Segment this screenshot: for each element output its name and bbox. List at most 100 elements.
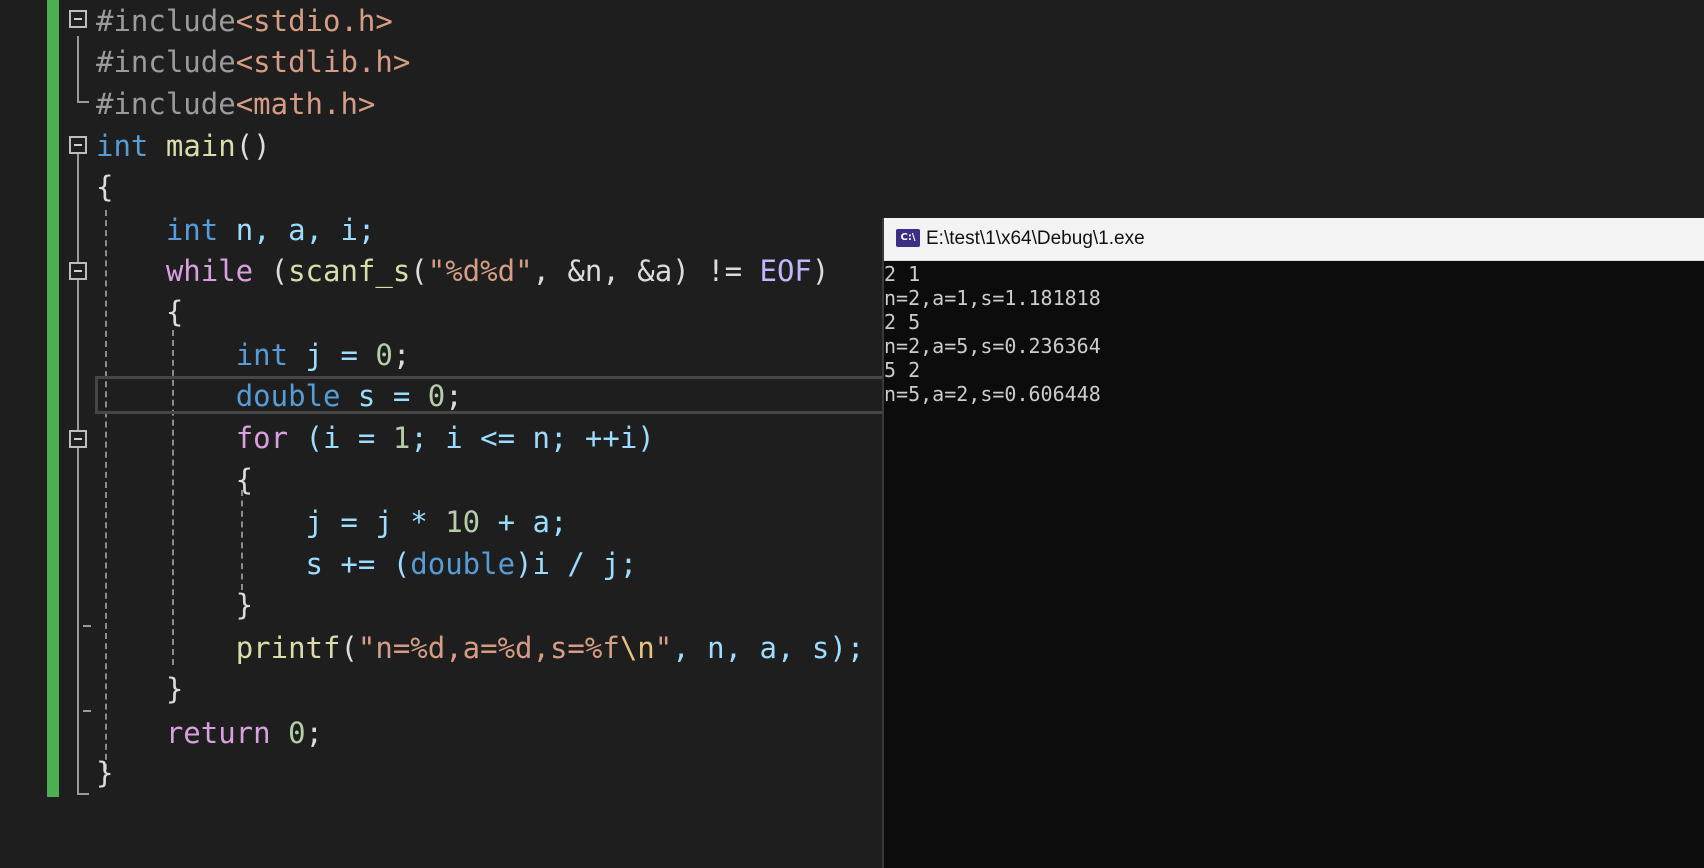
code-token: , &n, &a) != bbox=[532, 254, 760, 288]
code-token: #include bbox=[96, 45, 236, 79]
console-output-line: n=2,a=5,s=0.236364 bbox=[884, 334, 1101, 358]
code-line[interactable]: #include<stdlib.h> bbox=[96, 41, 410, 83]
code-token: <stdio.h> bbox=[235, 4, 393, 38]
code-line[interactable]: #include<stdio.h> bbox=[96, 0, 393, 42]
code-token: <math.h> bbox=[235, 87, 376, 121]
code-line[interactable]: int j = 0; bbox=[96, 334, 411, 376]
collapse-while-toggle[interactable] bbox=[69, 262, 87, 280]
code-token: int bbox=[235, 338, 289, 372]
code-token: 0 bbox=[427, 379, 446, 413]
code-token: } bbox=[96, 756, 114, 790]
code-token: n, a, i; bbox=[218, 213, 376, 247]
code-token: () bbox=[235, 129, 271, 163]
console-output-line: n=2,a=1,s=1.181818 bbox=[884, 286, 1101, 310]
code-token: <stdlib.h> bbox=[235, 45, 411, 79]
code-token: { bbox=[96, 295, 184, 329]
code-token: j = j * bbox=[96, 505, 446, 539]
code-token: )i / j; bbox=[515, 547, 638, 581]
code-token: ; bbox=[392, 338, 411, 372]
code-token: } bbox=[96, 672, 184, 706]
code-token: " bbox=[654, 631, 673, 665]
code-token: for bbox=[235, 421, 289, 455]
code-token: (i = bbox=[288, 421, 393, 455]
code-line[interactable]: } bbox=[96, 584, 253, 626]
code-line[interactable]: int n, a, i; bbox=[96, 209, 376, 251]
console-output-line: 2 5 bbox=[884, 310, 921, 334]
code-token: , n, a, s); bbox=[672, 631, 865, 665]
collapse-for-toggle[interactable] bbox=[69, 430, 87, 448]
console-output-line: 2 1 bbox=[884, 262, 921, 286]
code-token: int bbox=[165, 213, 219, 247]
code-token: { bbox=[96, 170, 114, 204]
code-token: ( bbox=[253, 254, 289, 288]
code-token: ; i <= n; ++i) bbox=[410, 421, 655, 455]
code-line[interactable]: printf("n=%d,a=%d,s=%f\n", n, a, s); bbox=[96, 627, 865, 669]
code-token: 0 bbox=[288, 716, 306, 750]
code-token: scanf_s bbox=[288, 254, 411, 288]
code-line[interactable]: while (scanf_s("%d%d", &n, &a) != EOF) bbox=[96, 250, 830, 292]
fold-outline bbox=[83, 710, 91, 712]
console-titlebar[interactable]: C:\ E:\test\1\x64\Debug\1.exe bbox=[884, 218, 1704, 261]
console-app-icon: C:\ bbox=[896, 229, 920, 247]
code-token: 0 bbox=[375, 338, 393, 372]
code-token: return bbox=[165, 716, 271, 750]
code-token: #include bbox=[96, 4, 236, 38]
code-token: main bbox=[165, 129, 236, 163]
code-token: #include bbox=[96, 87, 236, 121]
code-token: ; bbox=[445, 379, 463, 413]
code-token: } bbox=[96, 588, 254, 622]
fold-outline bbox=[77, 101, 89, 103]
code-token: "n=%d,a=%d,s=%f bbox=[357, 631, 620, 665]
code-token: int bbox=[96, 129, 149, 163]
fold-outline bbox=[83, 625, 91, 627]
code-token: j = bbox=[288, 338, 376, 372]
code-token: printf bbox=[235, 631, 341, 665]
code-token: \n bbox=[619, 631, 655, 665]
console-window[interactable]: C:\ E:\test\1\x64\Debug\1.exe 2 1 n=2,a=… bbox=[882, 218, 1704, 868]
code-token: s = bbox=[340, 379, 428, 413]
console-title: E:\test\1\x64\Debug\1.exe bbox=[926, 228, 1145, 249]
change-indicator-bar bbox=[47, 0, 59, 797]
code-token: ) bbox=[811, 254, 830, 288]
code-token: double bbox=[410, 547, 516, 581]
code-token: ( bbox=[410, 254, 428, 288]
console-output-line: n=5,a=2,s=0.606448 bbox=[884, 382, 1101, 406]
collapse-includes-toggle[interactable] bbox=[69, 10, 87, 28]
code-token: ( bbox=[340, 631, 358, 665]
code-token: ; bbox=[305, 716, 324, 750]
console-output-line: 5 2 bbox=[884, 358, 921, 382]
fold-outline bbox=[77, 36, 79, 102]
code-token: { bbox=[96, 463, 254, 497]
code-token: double bbox=[235, 379, 341, 413]
code-line[interactable]: for (i = 1; i <= n; ++i) bbox=[96, 417, 655, 459]
code-token: 1 bbox=[392, 421, 411, 455]
code-token: "%d%d" bbox=[427, 254, 533, 288]
collapse-main-toggle[interactable] bbox=[69, 136, 87, 154]
code-line[interactable]: double s = 0; bbox=[96, 375, 463, 417]
code-line[interactable]: int main() bbox=[96, 125, 271, 167]
code-line[interactable]: s += (double)i / j; bbox=[96, 543, 638, 585]
code-line[interactable]: { bbox=[96, 291, 183, 333]
fold-outline bbox=[77, 793, 89, 795]
code-line[interactable]: j = j * 10 + a; bbox=[96, 501, 568, 543]
code-line[interactable]: { bbox=[96, 459, 253, 501]
code-line[interactable]: return 0; bbox=[96, 712, 323, 754]
code-token: EOF bbox=[759, 254, 812, 288]
code-token: 10 bbox=[445, 505, 481, 539]
code-token: + a; bbox=[480, 505, 568, 539]
code-line[interactable]: } bbox=[96, 668, 183, 710]
code-line[interactable]: { bbox=[96, 166, 113, 208]
code-token: while bbox=[165, 254, 254, 288]
code-line[interactable]: #include<math.h> bbox=[96, 83, 375, 125]
code-line[interactable]: } bbox=[96, 752, 113, 794]
fold-outline bbox=[77, 154, 79, 794]
